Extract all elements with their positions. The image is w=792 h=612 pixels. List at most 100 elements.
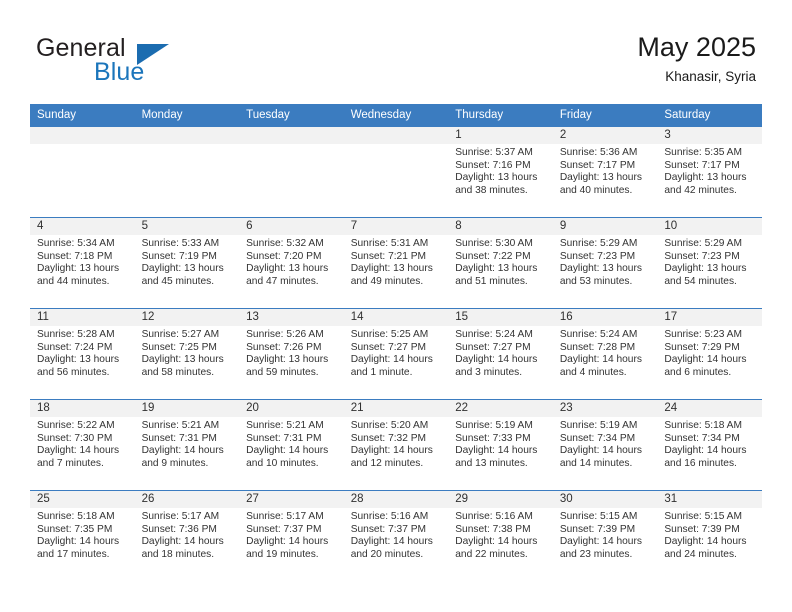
calendar-day-cell[interactable]: 15 Sunrise: 5:24 AM Sunset: 7:27 PM Dayligh… [448,308,553,400]
day-details: Sunrise: 5:19 AM Sunset: 7:33 PM Daylight:… [448,417,553,470]
calendar-cell-inner: 17 Sunrise: 5:23 AM Sunset: 7:29 PM Dayligh… [657,309,762,399]
day-number: 17 [657,309,762,326]
calendar-day-cell[interactable]: 13 Sunrise: 5:26 AM Sunset: 7:26 PM Dayligh… [239,308,344,400]
calendar-day-cell[interactable]: 20 Sunrise: 5:21 AM Sunset: 7:31 PM Dayligh… [239,399,344,491]
day-number: 3 [657,127,762,144]
sunrise-text: Sunrise: 5:32 AM [246,238,324,249]
sunset-text: Sunset: 7:35 PM [37,523,113,535]
day-number [30,127,135,144]
calendar-cell-empty [239,126,344,218]
calendar-cell-inner: 14 Sunrise: 5:25 AM Sunset: 7:27 PM Dayligh… [343,309,449,399]
calendar-day-cell[interactable]: 7 Sunrise: 5:31 AM Sunset: 7:21 PM Daylight… [343,217,449,309]
day-details: Sunrise: 5:25 AM Sunset: 7:27 PM Daylight:… [344,326,449,379]
calendar-week-row: 4 Sunrise: 5:34 AM Sunset: 7:18 PM Daylight… [30,217,762,309]
calendar-cell-inner: 7 Sunrise: 5:31 AM Sunset: 7:21 PM Daylight… [343,218,449,308]
calendar-day-cell[interactable]: 4 Sunrise: 5:34 AM Sunset: 7:18 PM Daylight… [30,217,135,309]
calendar-cell-inner: 28 Sunrise: 5:16 AM Sunset: 7:37 PM Dayligh… [343,491,449,581]
calendar-cell-inner: 26 Sunrise: 5:17 AM Sunset: 7:36 PM Dayligh… [134,491,240,581]
calendar-day-cell[interactable]: 11 Sunrise: 5:28 AM Sunset: 7:24 PM Dayligh… [30,308,135,400]
day-number: 2 [552,127,658,144]
calendar-day-cell[interactable]: 28 Sunrise: 5:16 AM Sunset: 7:37 PM Dayligh… [343,490,449,581]
daylight-text: Daylight: 14 hours and 20 minutes. [350,536,433,560]
calendar-page: General Blue May 2025 Khanasir, Syria Su… [0,0,792,612]
day-number: 24 [657,400,762,417]
calendar-day-cell[interactable]: 10 Sunrise: 5:29 AM Sunset: 7:23 PM Dayligh… [657,217,762,309]
calendar-day-cell[interactable]: 30 Sunrise: 5:15 AM Sunset: 7:39 PM Dayligh… [552,490,658,581]
calendar-day-cell[interactable]: 31 Sunrise: 5:15 AM Sunset: 7:39 PM Dayligh… [657,490,762,581]
sunrise-text: Sunrise: 5:29 AM [559,238,638,249]
calendar-day-cell[interactable]: 9 Sunrise: 5:29 AM Sunset: 7:23 PM Daylight… [552,217,658,309]
calendar-day-cell[interactable]: 5 Sunrise: 5:33 AM Sunset: 7:19 PM Daylight… [134,217,240,309]
calendar-day-cell[interactable]: 3 Sunrise: 5:35 AM Sunset: 7:17 PM Daylight… [657,126,762,218]
calendar-cell-inner [239,127,344,217]
calendar-day-cell[interactable]: 22 Sunrise: 5:19 AM Sunset: 7:33 PM Dayligh… [448,399,553,491]
day-details: Sunrise: 5:26 AM Sunset: 7:26 PM Daylight:… [239,326,344,379]
calendar-cell-inner: 29 Sunrise: 5:16 AM Sunset: 7:38 PM Dayligh… [448,491,553,581]
day-number: 18 [30,400,135,417]
sunset-text: Sunset: 7:37 PM [246,523,322,535]
calendar-cell-inner [134,127,240,217]
calendar-day-cell[interactable]: 1 Sunrise: 5:37 AM Sunset: 7:16 PM Daylight… [448,126,553,218]
calendar-cell-inner: 3 Sunrise: 5:35 AM Sunset: 7:17 PM Daylight… [657,127,762,217]
day-number: 29 [448,491,553,508]
calendar-cell-inner: 30 Sunrise: 5:15 AM Sunset: 7:39 PM Dayligh… [552,491,658,581]
sunrise-text: Sunrise: 5:29 AM [664,238,742,249]
day-details: Sunrise: 5:21 AM Sunset: 7:31 PM Daylight:… [239,417,344,470]
weekday-row: Sunday Monday Tuesday Wednesday Thursday… [30,104,762,127]
calendar-day-cell[interactable]: 12 Sunrise: 5:27 AM Sunset: 7:25 PM Dayligh… [134,308,240,400]
daylight-text: Daylight: 13 hours and 44 minutes. [37,263,120,287]
calendar-day-cell[interactable]: 19 Sunrise: 5:21 AM Sunset: 7:31 PM Dayligh… [134,399,240,491]
day-number: 4 [30,218,135,235]
calendar-day-cell[interactable]: 26 Sunrise: 5:17 AM Sunset: 7:36 PM Dayligh… [134,490,240,581]
day-details: Sunrise: 5:18 AM Sunset: 7:34 PM Daylight:… [657,417,762,470]
calendar-day-cell[interactable]: 25 Sunrise: 5:18 AM Sunset: 7:35 PM Dayligh… [30,490,135,581]
calendar-day-cell[interactable]: 8 Sunrise: 5:30 AM Sunset: 7:22 PM Daylight… [448,217,553,309]
day-number: 30 [552,491,658,508]
sunset-text: Sunset: 7:39 PM [664,523,740,535]
day-details: Sunrise: 5:23 AM Sunset: 7:29 PM Daylight:… [657,326,762,379]
sunset-text: Sunset: 7:18 PM [37,250,113,262]
calendar-day-cell[interactable]: 14 Sunrise: 5:25 AM Sunset: 7:27 PM Dayligh… [343,308,449,400]
calendar-day-cell[interactable]: 6 Sunrise: 5:32 AM Sunset: 7:20 PM Daylight… [239,217,344,309]
day-number: 16 [552,309,658,326]
daylight-text: Daylight: 13 hours and 53 minutes. [559,263,642,287]
daylight-text: Daylight: 13 hours and 45 minutes. [141,263,224,287]
day-number [239,127,344,144]
sunset-text: Sunset: 7:23 PM [664,250,740,262]
sunset-text: Sunset: 7:27 PM [350,341,427,353]
calendar-day-cell[interactable]: 23 Sunrise: 5:19 AM Sunset: 7:34 PM Dayligh… [552,399,658,491]
calendar-cell-inner: 16 Sunrise: 5:24 AM Sunset: 7:28 PM Dayligh… [552,309,658,399]
day-number: 21 [343,400,449,417]
sunset-text: Sunset: 7:17 PM [664,159,740,171]
day-details: Sunrise: 5:17 AM Sunset: 7:37 PM Daylight:… [239,508,344,561]
day-number: 8 [448,218,553,235]
calendar-cell-inner: 6 Sunrise: 5:32 AM Sunset: 7:20 PM Daylight… [239,218,344,308]
daylight-text: Daylight: 14 hours and 22 minutes. [455,536,538,560]
calendar-day-cell[interactable]: 21 Sunrise: 5:20 AM Sunset: 7:32 PM Dayligh… [343,399,449,491]
day-number: 9 [552,218,658,235]
calendar-grid: Sunday Monday Tuesday Wednesday Thursday… [30,104,762,581]
daylight-text: Daylight: 14 hours and 13 minutes. [455,445,538,469]
calendar-cell-inner: 23 Sunrise: 5:19 AM Sunset: 7:34 PM Dayligh… [552,400,658,490]
calendar-cell-inner: 11 Sunrise: 5:28 AM Sunset: 7:24 PM Dayligh… [30,309,135,399]
calendar-day-cell[interactable]: 18 Sunrise: 5:22 AM Sunset: 7:30 PM Dayligh… [30,399,135,491]
daylight-text: Daylight: 14 hours and 17 minutes. [37,536,120,560]
sunrise-text: Sunrise: 5:23 AM [664,329,742,340]
sunrise-text: Sunrise: 5:15 AM [664,511,742,522]
sunset-text: Sunset: 7:37 PM [350,523,427,535]
sunrise-text: Sunrise: 5:31 AM [350,238,429,249]
calendar-day-cell[interactable]: 16 Sunrise: 5:24 AM Sunset: 7:28 PM Dayligh… [552,308,658,400]
day-number [343,127,449,144]
sunset-text: Sunset: 7:34 PM [559,432,636,444]
calendar-day-cell[interactable]: 24 Sunrise: 5:18 AM Sunset: 7:34 PM Dayligh… [657,399,762,491]
day-number: 31 [657,491,762,508]
calendar-day-cell[interactable]: 29 Sunrise: 5:16 AM Sunset: 7:38 PM Dayligh… [448,490,553,581]
calendar-cell-inner: 1 Sunrise: 5:37 AM Sunset: 7:16 PM Daylight… [448,127,553,217]
day-number: 13 [239,309,344,326]
calendar-day-cell[interactable]: 2 Sunrise: 5:36 AM Sunset: 7:17 PM Daylight… [552,126,658,218]
calendar-day-cell[interactable]: 17 Sunrise: 5:23 AM Sunset: 7:29 PM Dayligh… [657,308,762,400]
calendar-cell-inner: 31 Sunrise: 5:15 AM Sunset: 7:39 PM Dayligh… [657,491,762,581]
day-number: 14 [343,309,449,326]
daylight-text: Daylight: 13 hours and 40 minutes. [559,172,642,196]
calendar-day-cell[interactable]: 27 Sunrise: 5:17 AM Sunset: 7:37 PM Dayligh… [239,490,344,581]
